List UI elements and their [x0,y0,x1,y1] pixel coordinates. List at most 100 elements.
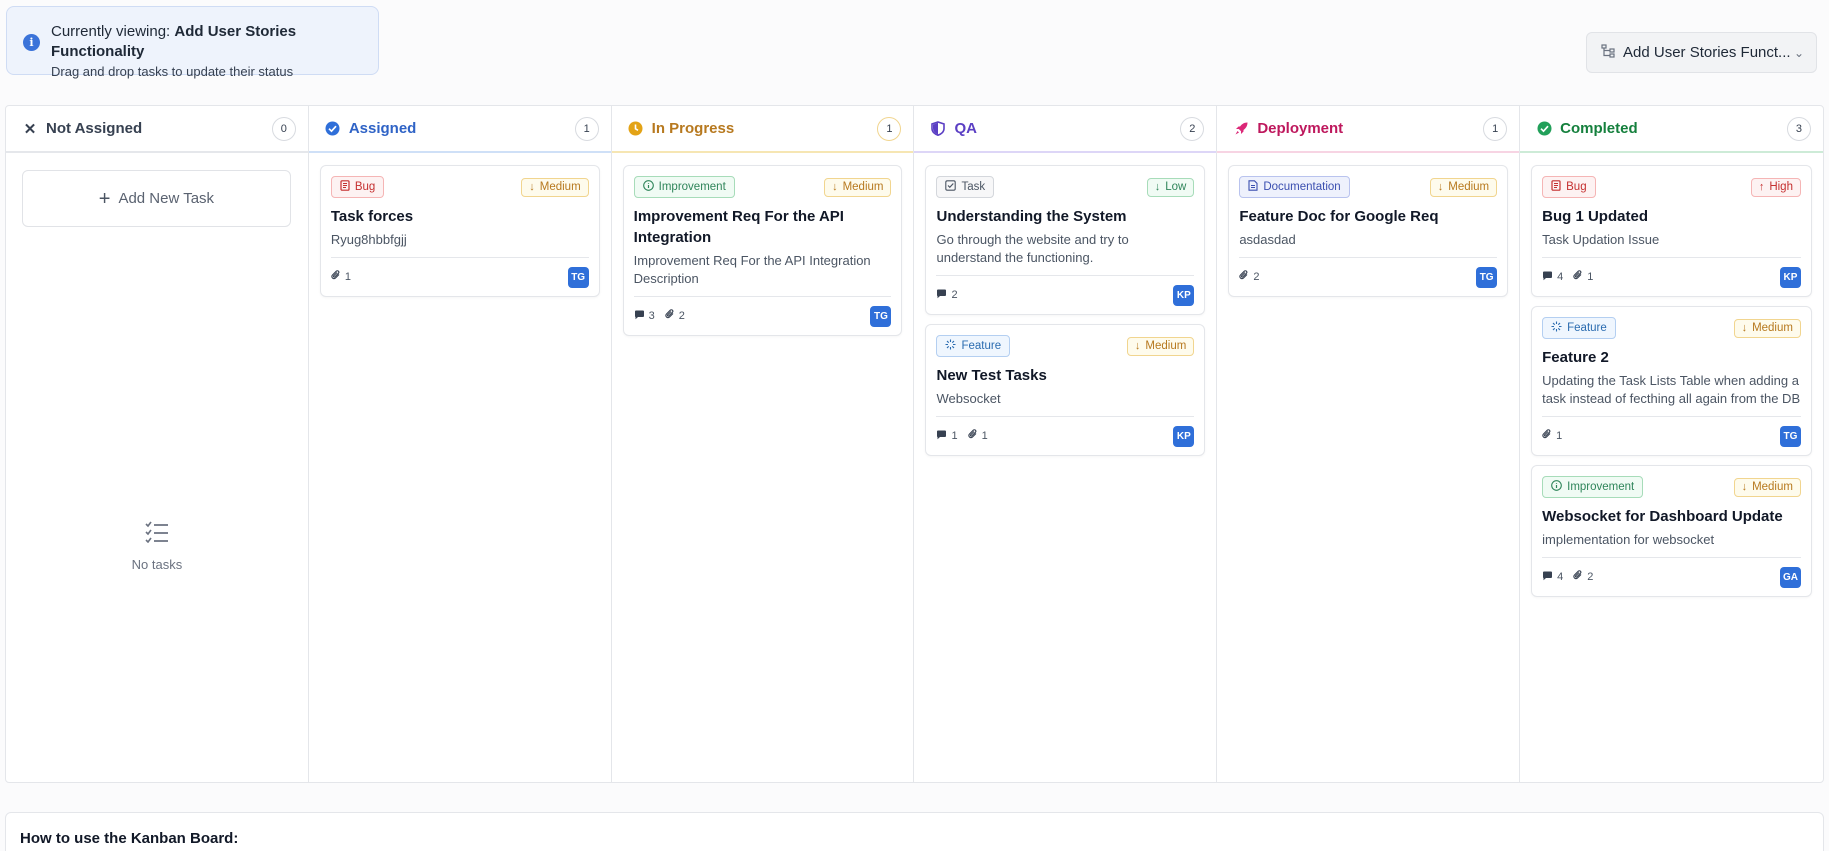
priority-badge: ↑ High [1750,177,1801,197]
checkbox-icon [945,180,957,194]
comment-count: 2 [936,289,958,302]
task-description: asdasdad [1239,231,1498,258]
arrow-down-icon: ↓ [529,181,535,193]
task-meta: 41 [1542,270,1593,284]
column-title: In Progress [651,120,735,137]
assignee-avatar[interactable]: KP [1173,284,1195,306]
column-title: Not Assigned [46,120,143,137]
column-header: Assigned 1 [308,106,611,153]
task-meta: 1 [1542,429,1562,443]
column-body[interactable]: Bug ↓ Medium Task forces Ryug8hbbfgjj 1 TG [309,153,611,318]
info-icon: i [23,34,40,51]
column-assigned: Assigned 1 Bug ↓ Medium Task forces Ryug8hbb… [308,106,612,782]
empty-state-label: No tasks [131,557,183,572]
task-type-label: Improvement [658,181,726,193]
task-card[interactable]: Documentation ↓ Medium Feature Doc for Goog… [1228,165,1509,297]
card-footer: 4 2 GA [1542,566,1801,588]
assignee-avatar[interactable]: TG [870,305,892,327]
clock-icon [628,121,644,137]
attachment-count-value: 1 [344,271,351,283]
comment-count-value: 2 [951,289,958,301]
task-meta: 11 [936,429,988,443]
task-type-label: Task [961,181,986,193]
assignee-avatar[interactable]: GA [1779,566,1801,588]
attachment-count-value: 1 [1556,430,1563,442]
attachment-count-value: 1 [981,430,988,442]
priority-label: Medium [842,181,884,193]
priority-badge: ↓ Medium [1126,336,1195,356]
attachment-count: 1 [331,270,351,284]
task-type-label: Feature [961,340,1002,352]
column-completed: Completed 3 Bug ↑ High Bug 1 Updated Task Up… [1520,106,1823,782]
task-card[interactable]: Bug ↓ Medium Task forces Ryug8hbbfgjj 1 TG [319,165,600,297]
task-card[interactable]: Task ↓ Low Understanding the System Go throu… [925,165,1206,315]
column-count: 1 [877,116,902,141]
comment-icon [936,289,947,302]
paperclip-icon [331,270,341,284]
column-body[interactable]: Bug ↑ High Bug 1 Updated Task Updation Issue… [1520,153,1823,618]
priority-label: Medium [1752,322,1793,334]
comment-count: 3 [634,310,655,323]
assignee-avatar[interactable]: KP [1779,266,1801,288]
attachment-count-value: 1 [1587,271,1594,283]
column-count: 0 [271,116,296,141]
assignee-avatar[interactable]: TG [1476,266,1498,288]
column-body[interactable]: Documentation ↓ Medium Feature Doc for Goog… [1217,153,1519,318]
project-select[interactable]: Add User Stories Funct... ⌄ [1586,32,1817,73]
info-circle-icon [642,180,654,194]
column-header: Completed 3 [1520,106,1823,153]
close-x-icon: ✕ [23,120,37,138]
assignee-avatar[interactable]: TG [1779,425,1801,447]
column-header: Deployment 1 [1217,106,1520,153]
column-count: 2 [1180,116,1205,141]
task-type-badge: Documentation [1239,176,1350,198]
chevron-down-icon: ⌄ [1793,45,1804,60]
task-type-badge: Feature [1542,317,1616,339]
column-body[interactable]: + Add New Task [6,153,308,239]
task-meta: 1 [331,270,351,284]
column-title: Deployment [1257,120,1344,137]
card-header: Improvement ↓ Medium [633,176,892,198]
card-footer: 1 TG [331,266,589,288]
add-new-task-button[interactable]: + Add New Task [22,170,291,227]
task-card[interactable]: Bug ↑ High Bug 1 Updated Task Updation Issue… [1531,165,1812,297]
task-title: Understanding the System [936,208,1127,225]
assignee-avatar[interactable]: TG [567,266,589,288]
column-body[interactable]: Improvement ↓ Medium Improvement Req For th… [612,153,914,357]
arrow-down-icon: ↓ [1437,181,1444,193]
card-footer: 2 KP [936,284,1195,306]
task-card[interactable]: Feature ↓ Medium Feature 2 Updating the Task… [1531,306,1812,456]
task-card[interactable]: Improvement ↓ Medium Improvement Req For th… [622,165,903,336]
comment-count-value: 4 [1557,571,1564,583]
column-count: 1 [574,116,599,141]
task-title: Feature Doc for Google Req [1239,208,1439,225]
hierarchy-icon [1601,43,1615,62]
attachment-count-value: 2 [678,310,685,322]
assignee-avatar[interactable]: KP [1173,425,1195,447]
column-header: In Progress 1 [611,106,914,153]
info-circle-icon [1551,480,1562,494]
spark-icon [945,339,956,353]
task-description: Improvement Req For the API Integration … [633,252,892,297]
column-count: 3 [1786,116,1811,141]
task-card[interactable]: Feature ↓ Medium New Test Tasks Websocket 1 1 K… [925,324,1206,456]
document-icon [1248,180,1258,194]
priority-badge: ↓ Low [1146,177,1195,197]
column-header: ✕ Not Assigned 0 [6,106,308,153]
bug-report-icon [1551,180,1561,194]
paperclip-icon [1239,270,1249,284]
task-description: Go through the website and try to unders… [936,231,1195,276]
task-meta: 2 [936,289,958,302]
card-header: Bug ↓ Medium [330,176,589,198]
task-title: Websocket for Dashboard Update [1542,508,1783,525]
column-body[interactable]: Task ↓ Low Understanding the System Go throu… [914,153,1216,477]
task-meta: 2 [1239,270,1259,284]
task-type-label: Bug [1566,181,1587,193]
task-card[interactable]: Improvement ↓ Medium Websocket for Dashboar… [1531,465,1812,597]
column-title: Assigned [348,120,417,137]
empty-state: No tasks [6,521,308,572]
paperclip-icon [1542,429,1552,443]
help-title: How to use the Kanban Board: [20,830,239,847]
rocket-icon [1233,121,1249,137]
column-qa: QA 2 Task ↓ Low Understanding the System Go … [914,106,1218,782]
